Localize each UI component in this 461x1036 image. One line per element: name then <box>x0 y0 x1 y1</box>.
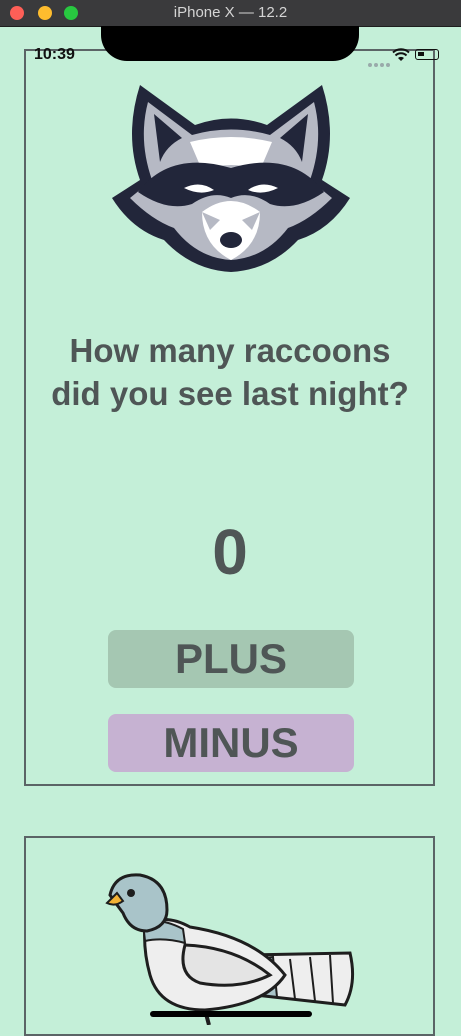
raccoon-count: 0 <box>212 516 248 588</box>
home-indicator[interactable] <box>150 1011 312 1017</box>
status-icons <box>360 46 445 67</box>
raccoon-icon <box>112 85 350 272</box>
battery-icon <box>415 49 439 60</box>
window-title: iPhone X — 12.2 <box>173 4 288 21</box>
wifi-icon <box>392 48 410 61</box>
pigeon-icon <box>105 873 355 1025</box>
device-notch <box>101 26 359 61</box>
question-text: How many raccoons did you see last night… <box>51 332 409 412</box>
signal-dots-icon <box>368 54 392 72</box>
plus-button[interactable]: PLUS <box>108 630 354 688</box>
simulator-title-bar: iPhone X — 12.2 <box>0 0 461 27</box>
status-time: 10:39 <box>34 46 75 63</box>
minus-button[interactable]: MINUS <box>108 714 354 772</box>
